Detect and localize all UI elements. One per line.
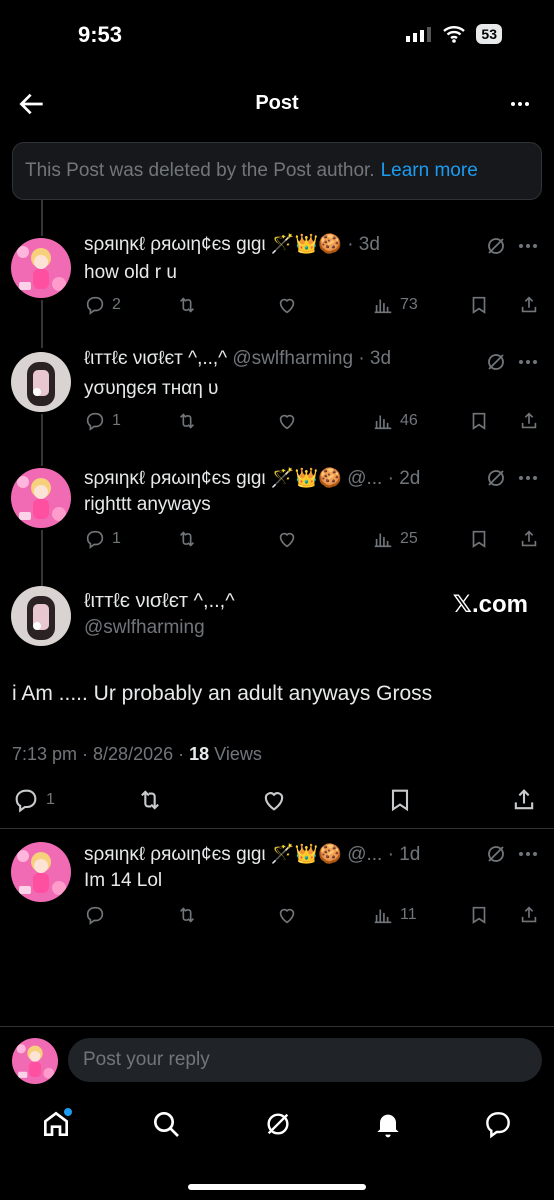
handle[interactable]: @... [347, 844, 382, 865]
divider [0, 1026, 554, 1027]
grok-icon[interactable] [484, 350, 508, 374]
reply-button[interactable]: 1 [84, 410, 121, 432]
home-icon[interactable] [40, 1108, 72, 1140]
share-button[interactable] [510, 786, 538, 814]
main-post-actions: 1 [12, 786, 542, 816]
handle[interactable]: @swlfharming [232, 348, 353, 369]
bookmark-button[interactable] [468, 294, 490, 316]
like-button[interactable] [276, 528, 298, 550]
thread-connector [41, 200, 43, 236]
wifi-icon [443, 26, 466, 43]
post-text: уσυηgєя тнαη υ [84, 378, 219, 399]
display-name[interactable]: ℓιттℓє νισℓєт ^,..,^ [84, 348, 227, 369]
post-time: · 3d [358, 348, 392, 369]
avatar[interactable] [11, 238, 71, 298]
post-time: · 2d [387, 468, 421, 489]
clock: 9:53 [78, 22, 123, 47]
views-button[interactable]: 46 [372, 410, 418, 432]
share-button[interactable] [518, 528, 540, 550]
like-button[interactable] [276, 904, 298, 926]
grok-icon[interactable] [484, 466, 508, 490]
more-icon[interactable] [516, 350, 540, 374]
avatar[interactable] [11, 586, 71, 646]
bookmark-button[interactable] [468, 410, 490, 432]
post-time: · 1d [387, 844, 421, 865]
more-icon[interactable] [516, 842, 540, 866]
post-timestamp: 7:13 pm · 8/28/2026 · [12, 744, 190, 764]
views-button[interactable]: 73 [372, 294, 418, 316]
bookmark-button[interactable] [468, 528, 490, 550]
views-count[interactable]: 18 [189, 744, 209, 764]
more-icon[interactable] [516, 234, 540, 258]
like-button[interactable] [260, 786, 288, 814]
thread-connector [41, 530, 43, 586]
bottom-tab-bar [0, 1100, 554, 1150]
like-button[interactable] [276, 410, 298, 432]
views-button[interactable]: 11 [372, 904, 417, 926]
notifications-icon[interactable] [372, 1108, 404, 1140]
more-options-icon[interactable] [506, 92, 534, 116]
display-name[interactable]: ѕρяιηκℓ ρяωιη¢єѕ gιgι 🪄👑🍪 [84, 234, 342, 255]
like-button[interactable] [276, 294, 298, 316]
thread-connector [41, 300, 43, 348]
post-text: Im 14 Lol [84, 870, 163, 891]
avatar[interactable] [11, 842, 71, 902]
repost-button[interactable] [136, 786, 164, 814]
search-icon[interactable] [150, 1108, 182, 1140]
repost-button[interactable] [176, 410, 198, 432]
grok-icon[interactable] [262, 1108, 294, 1140]
reply-placeholder: Post your reply [83, 1049, 210, 1070]
bookmark-button[interactable] [386, 786, 414, 814]
views-label: Views [209, 744, 262, 764]
grok-icon[interactable] [484, 842, 508, 866]
share-button[interactable] [518, 410, 540, 432]
share-button[interactable] [518, 904, 540, 926]
reply-button[interactable]: 2 [84, 294, 121, 316]
views-button[interactable]: 25 [372, 528, 418, 550]
battery-indicator: 53 [476, 24, 502, 44]
page-title: Post [255, 92, 299, 114]
reply-input[interactable]: Post your reply [68, 1038, 542, 1082]
avatar[interactable] [11, 352, 71, 412]
post-time: · 3d [347, 234, 380, 255]
repost-button[interactable] [176, 904, 198, 926]
post-meta: 7:13 pm · 8/28/2026 · 18 Views [12, 744, 262, 765]
my-avatar[interactable] [12, 1038, 58, 1084]
post-text: i Am ..... Ur probably an adult anyways … [12, 682, 433, 705]
learn-more-link[interactable]: Learn more [381, 160, 478, 182]
avatar[interactable] [11, 468, 71, 528]
messages-icon[interactable] [482, 1108, 514, 1140]
display-name[interactable]: ℓιттℓє νισℓєт ^,..,^ [84, 590, 235, 613]
bookmark-button[interactable] [468, 904, 490, 926]
display-name[interactable]: ѕρяιηκℓ ρяωιη¢єѕ gιgι 🪄👑🍪 [84, 844, 342, 865]
reply-button[interactable] [84, 904, 106, 926]
deleted-notice-text: This Post was deleted by the Post author… [25, 160, 375, 181]
repost-button[interactable] [176, 294, 198, 316]
share-button[interactable] [518, 294, 540, 316]
post-text: how old r u [84, 262, 177, 283]
handle[interactable]: @swlfharming [84, 617, 205, 639]
post-text: righttt anyways [84, 494, 211, 515]
grok-icon[interactable] [484, 234, 508, 258]
signal-icon [406, 27, 432, 42]
reply-button[interactable]: 1 [12, 786, 55, 814]
thread-connector [41, 414, 43, 466]
deleted-post-notice: This Post was deleted by the Post author… [12, 142, 542, 200]
more-icon[interactable] [516, 466, 540, 490]
home-indicator [188, 1184, 366, 1190]
handle[interactable]: @... [347, 468, 382, 489]
status-bar: 9:53 53 [0, 0, 554, 70]
source-label: 𝕏.com [452, 591, 528, 618]
display-name[interactable]: ѕρяιηκℓ ρяωιη¢єѕ gιgι 🪄👑🍪 [84, 468, 342, 489]
repost-button[interactable] [176, 528, 198, 550]
divider [0, 828, 554, 829]
reply-button[interactable]: 1 [84, 528, 121, 550]
